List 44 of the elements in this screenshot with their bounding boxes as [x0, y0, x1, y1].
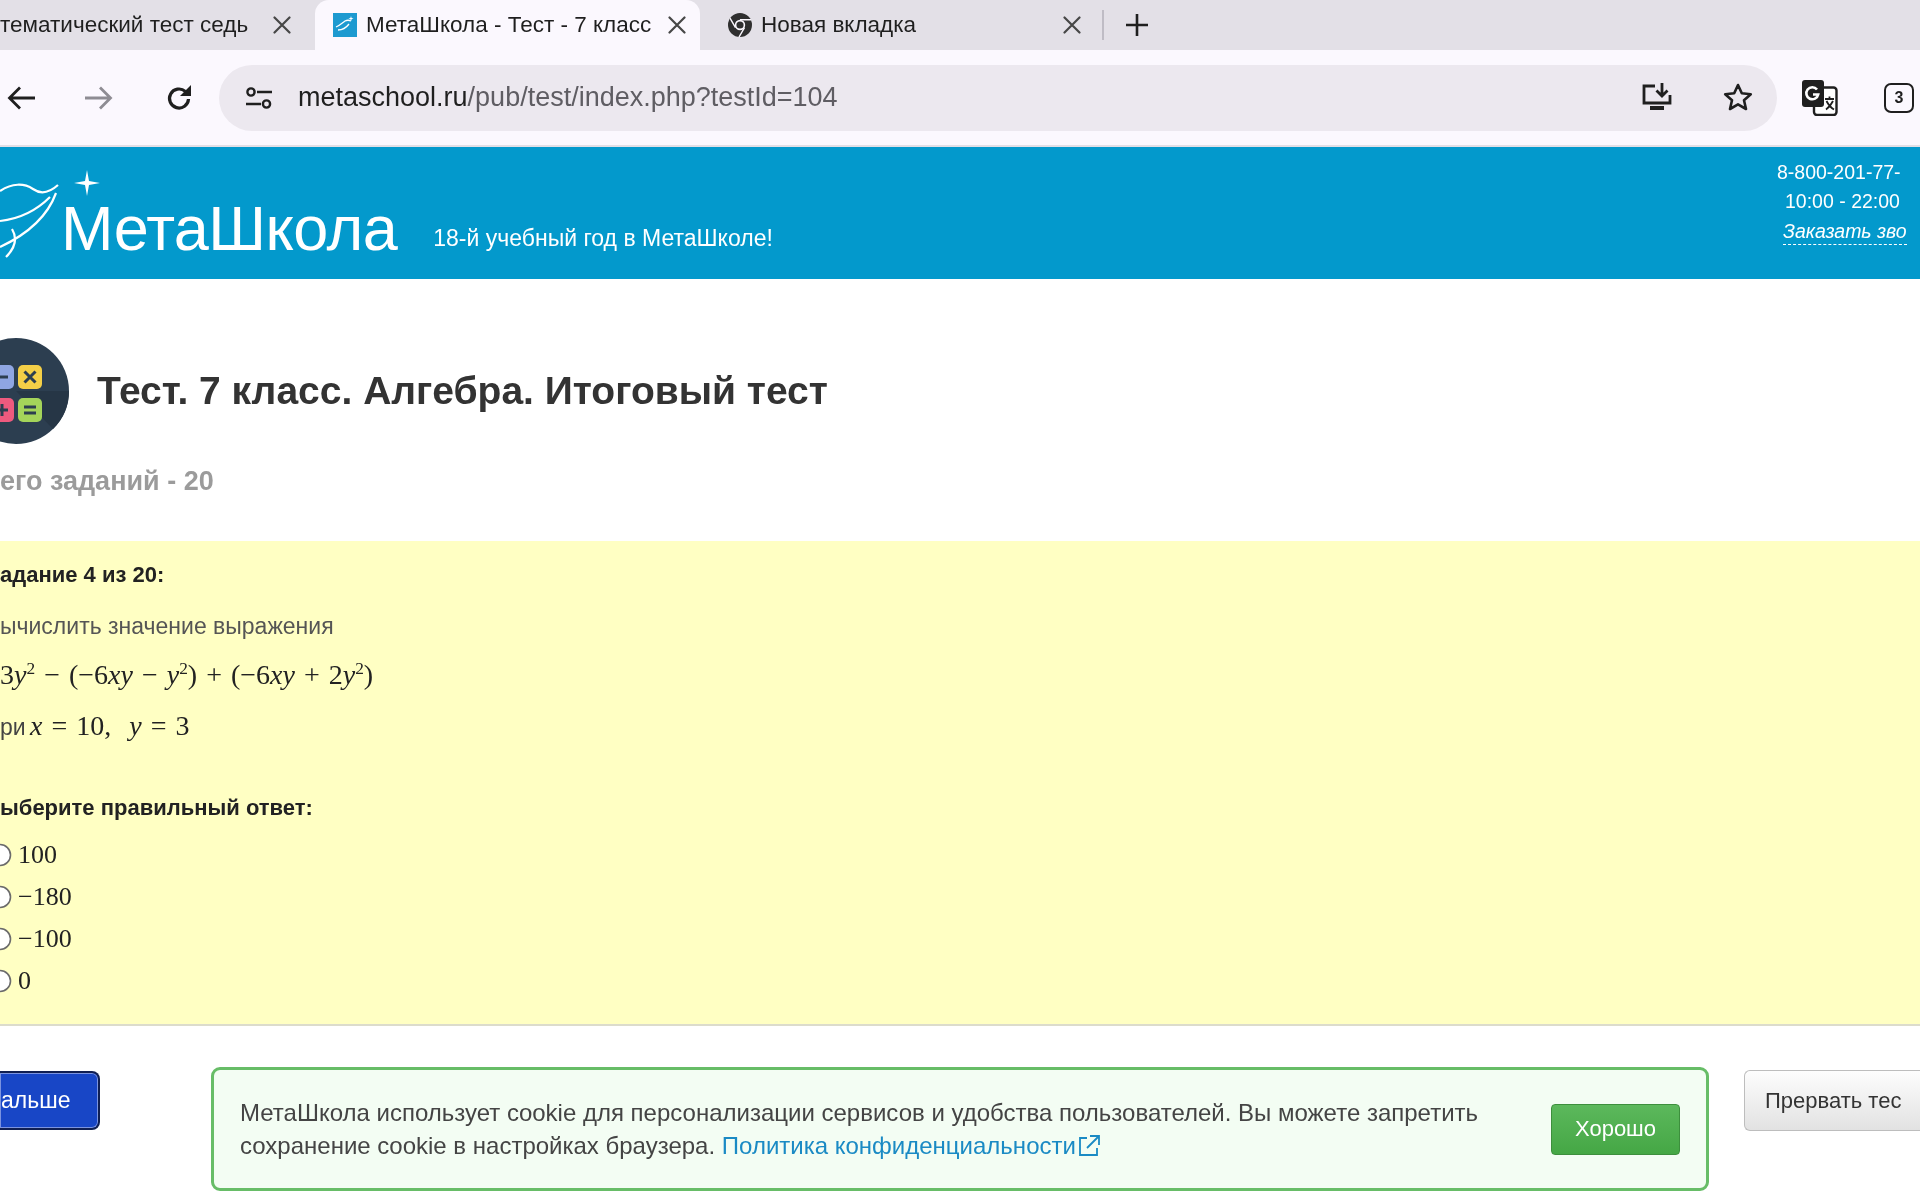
- answer-prompt: ыберите правильный ответ:: [0, 795, 313, 821]
- monitor-download-icon[interactable]: [1641, 82, 1673, 113]
- math-expression: 3y$^{2}$ − (−6xy − y$^{2}$) + (−6xy + 2y$^{2}$): [0, 658, 374, 692]
- radio-button[interactable]: [0, 927, 12, 951]
- next-button[interactable]: альше: [0, 1071, 100, 1130]
- site-favicon-icon: [333, 13, 357, 37]
- reload-icon[interactable]: [165, 83, 193, 112]
- url-text: metaschool.ru/pub/test/index.php?testId=104: [298, 82, 838, 113]
- phone-text: 8-800-201-77-: [1777, 160, 1902, 185]
- close-icon[interactable]: [273, 16, 291, 34]
- forward-arrow-icon[interactable]: [85, 85, 113, 110]
- abort-button[interactable]: Прервать тес: [1744, 1070, 1920, 1131]
- answer-option-label[interactable]: −180: [18, 882, 72, 912]
- ring-logo-icon: [728, 13, 752, 37]
- calculator-icon: [0, 338, 70, 444]
- question-heading: адание 4 из 20:: [0, 562, 165, 588]
- address-bar[interactable]: metaschool.ru/pub/test/index.php?testId=104: [219, 64, 1777, 131]
- browser-tab[interactable]: тематический тест седь: [0, 0, 305, 50]
- browser-tab[interactable]: МетаШкола - Тест - 7 класс: [315, 0, 700, 50]
- close-icon[interactable]: [668, 16, 686, 34]
- tab-count-button[interactable]: 3: [1884, 82, 1914, 113]
- plus-icon[interactable]: [1126, 14, 1148, 36]
- external-link-icon: [1076, 1133, 1101, 1158]
- answer-option-label[interactable]: 0: [18, 966, 31, 996]
- tune-icon[interactable]: [246, 86, 272, 109]
- star-icon[interactable]: [1723, 83, 1753, 112]
- browser-tab[interactable]: Новая вкладка: [710, 0, 1095, 50]
- back-arrow-icon[interactable]: [7, 85, 35, 110]
- radio-button[interactable]: [0, 969, 12, 993]
- close-icon[interactable]: [1063, 16, 1081, 34]
- radio-button[interactable]: [0, 885, 12, 909]
- hours-text: 10:00 - 22:00: [1784, 189, 1901, 214]
- tagline-text: 18-й учебный год в МетаШколе!: [433, 225, 773, 252]
- sparkle-icon: [74, 170, 100, 196]
- page-title: Тест. 7 класс. Алгебра. Итоговый тест: [97, 369, 828, 413]
- condition-text: ри x = 10, y = 3: [0, 709, 190, 743]
- question-text: ычислить значение выражения: [0, 613, 334, 639]
- task-count-text: его заданий - 20: [0, 465, 214, 497]
- cookie-text: МетаШкола использует cookie для персонализации сервисов и удобства пользователей. Вы можете запретить сохранение cookie в настройках браузера. Политика конфиденциальности: [240, 1096, 1502, 1162]
- answer-option-label[interactable]: 100: [18, 840, 57, 870]
- privacy-link[interactable]: Политика конфиденциальности: [721, 1129, 1101, 1162]
- answer-option-label[interactable]: −100: [18, 924, 72, 954]
- translate-icon[interactable]: [1802, 79, 1838, 116]
- radio-button[interactable]: [0, 843, 12, 867]
